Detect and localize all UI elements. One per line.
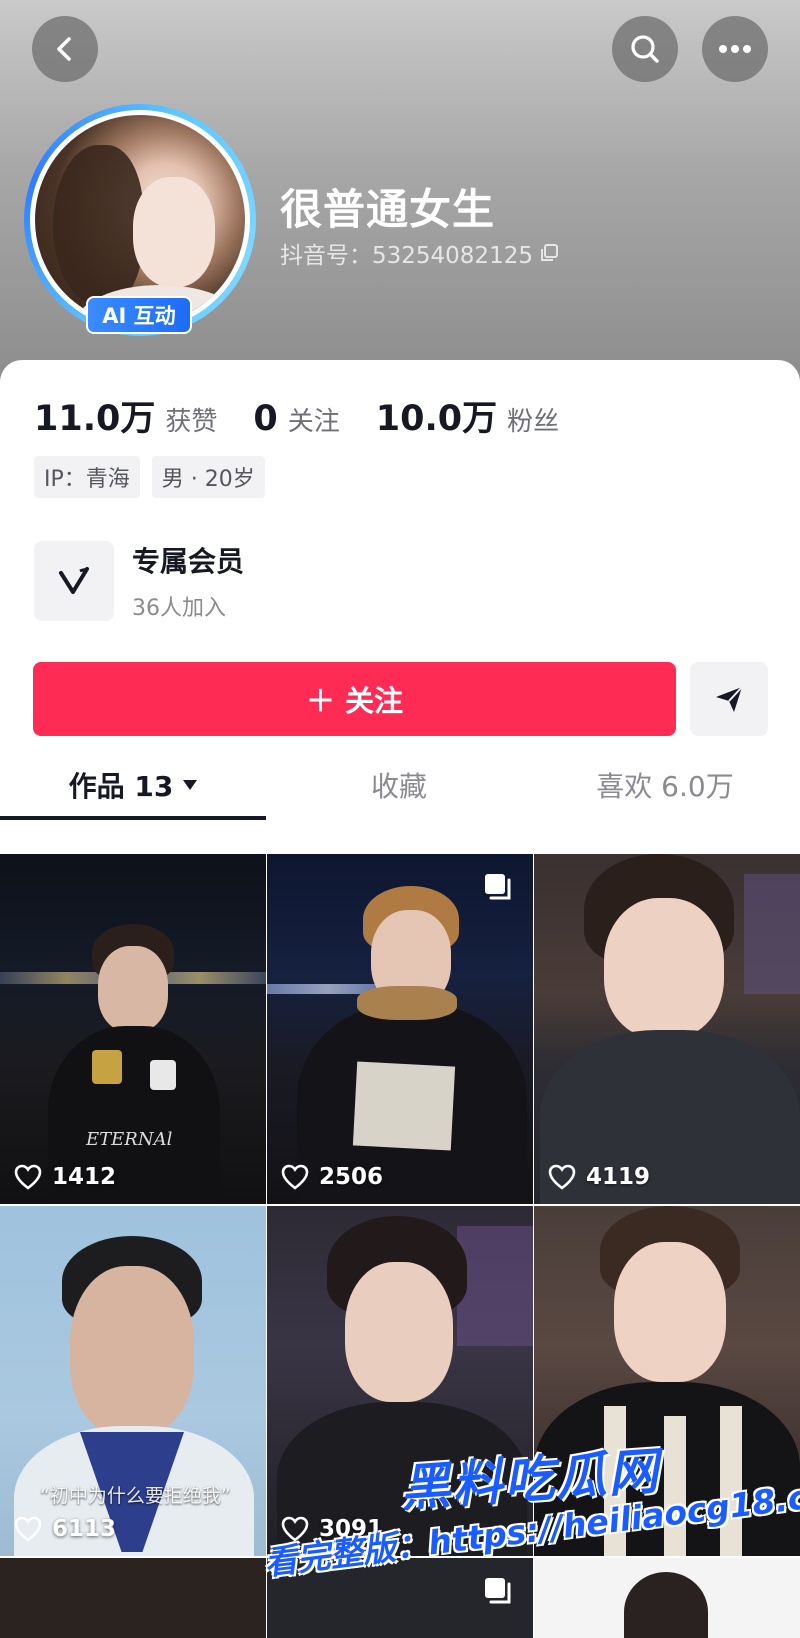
like-count-text: 4119	[586, 1164, 651, 1190]
copy-icon[interactable]	[539, 243, 559, 263]
stat-following[interactable]: 0 关注	[253, 399, 339, 439]
video-tile[interactable]	[0, 1558, 266, 1638]
video-tile[interactable]: 2506	[267, 854, 533, 1204]
heart-icon	[14, 1516, 42, 1542]
exclusive-membership[interactable]: 专属会员 36人加入	[34, 540, 244, 622]
send-icon	[716, 686, 743, 712]
message-button[interactable]	[690, 662, 768, 736]
video-like-count: 4119	[548, 1164, 650, 1190]
member-v-icon	[59, 567, 89, 594]
stat-likes[interactable]: 11.0万 获赞	[34, 390, 217, 441]
video-tile[interactable]: ETERNAl 1412	[0, 854, 266, 1204]
like-count-text: 1412	[52, 1164, 117, 1190]
heart-icon	[14, 1164, 42, 1190]
back-button[interactable]	[32, 16, 98, 82]
stat-following-label: 关注	[287, 407, 340, 437]
douyin-id-row[interactable]: 抖音号：53254082125	[280, 236, 559, 270]
video-tile[interactable]: “初中为什么要拒绝我” 6113	[0, 1206, 266, 1556]
gender-age-tag: 男 · 20岁	[151, 456, 265, 498]
active-tab-indicator	[0, 816, 266, 820]
multi-photo-icon	[485, 874, 511, 900]
search-button[interactable]	[612, 16, 678, 82]
stats-row: 11.0万 获赞 0 关注 10.0万 粉丝	[34, 390, 595, 441]
more-button[interactable]	[702, 16, 768, 82]
video-tile[interactable]	[534, 1558, 800, 1638]
stat-followers-label: 粉丝	[507, 407, 560, 437]
tab-works-label: 作品 13	[68, 770, 174, 803]
video-tile[interactable]: 4119	[534, 854, 800, 1204]
tab-likes[interactable]: 喜欢 6.0万	[532, 750, 798, 820]
profile-tags: IP：青海 男 · 20岁	[34, 456, 265, 498]
follow-button[interactable]: ＋ 关注	[33, 662, 676, 736]
content-tabs: 作品 13 收藏 喜欢 6.0万	[0, 750, 800, 820]
video-like-count: 2506	[281, 1164, 383, 1190]
douyin-id-text: 抖音号：53254082125	[280, 243, 533, 269]
video-like-count: 6113	[14, 1516, 116, 1542]
more-icon	[719, 45, 751, 53]
heart-icon	[548, 1164, 576, 1190]
video-like-count: 1412	[14, 1164, 116, 1190]
tab-favorites[interactable]: 收藏	[266, 750, 532, 820]
member-title: 专属会员	[132, 545, 245, 578]
ai-interaction-badge[interactable]: AI 互动	[86, 296, 192, 334]
stat-likes-label: 获赞	[165, 407, 218, 437]
ip-location-tag: IP：青海	[34, 456, 140, 498]
tab-works[interactable]: 作品 13	[0, 750, 266, 820]
like-count-text: 6113	[52, 1516, 117, 1542]
video-caption: “初中为什么要拒绝我”	[40, 1485, 231, 1507]
back-icon	[57, 37, 71, 61]
tab-favorites-label: 收藏	[370, 770, 427, 803]
profile-nickname: 很普通女生	[280, 185, 496, 234]
stat-likes-value: 11.0万	[34, 399, 156, 439]
stat-followers-value: 10.0万	[375, 399, 498, 439]
member-logo	[34, 541, 114, 621]
multi-photo-icon	[485, 1578, 511, 1604]
like-count-text: 2506	[319, 1164, 384, 1190]
shirt-text: ETERNAl	[86, 1129, 173, 1150]
member-count: 36人加入	[132, 596, 226, 621]
search-icon	[631, 35, 659, 63]
stat-followers[interactable]: 10.0万 粉丝	[376, 390, 559, 441]
chevron-down-icon	[183, 780, 198, 790]
heart-icon	[281, 1164, 309, 1190]
tab-likes-label: 喜欢 6.0万	[596, 770, 734, 803]
stat-following-value: 0	[253, 399, 278, 439]
